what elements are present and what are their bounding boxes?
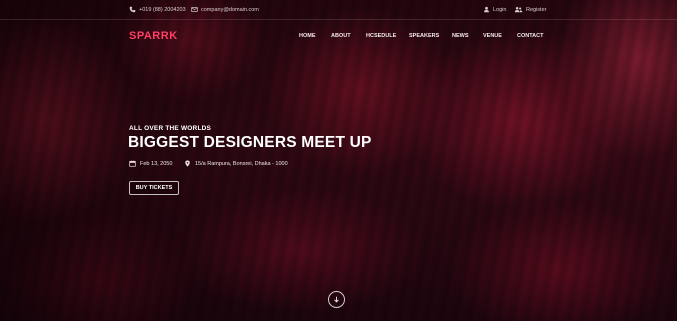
login-label: Login <box>493 6 507 13</box>
nav-item-home[interactable]: HOME <box>299 33 316 39</box>
nav-item-contact[interactable]: CONTACT <box>517 33 543 39</box>
event-location-text: 15/a Rampura, Bonsrei, Dhaka - 1000 <box>195 160 288 167</box>
event-date: Feb 13, 2050 <box>129 160 172 167</box>
contact-phone[interactable]: +019 (88) 2004203 <box>129 6 186 13</box>
mail-icon <box>191 7 198 12</box>
register-label: Register <box>526 6 547 13</box>
event-date-text: Feb 13, 2050 <box>140 160 173 167</box>
hero-subtitle: ALL OVER THE WORLDS <box>129 125 212 132</box>
top-bar: +019 (88) 2004203 company@domain.com Log… <box>0 0 677 20</box>
register-link[interactable]: Register <box>514 6 546 13</box>
nav-item-news[interactable]: NEWS <box>452 33 469 39</box>
hero-title: BIGGEST DESIGNERS MEET UP <box>128 134 372 151</box>
nav-item-venue[interactable]: VENUE <box>483 33 502 39</box>
nav-item-about[interactable]: ABOUT <box>331 33 351 39</box>
map-pin-icon <box>185 160 190 167</box>
phone-icon <box>129 6 136 13</box>
phone-text: +019 (88) 2004203 <box>139 6 186 13</box>
arrow-down-icon <box>334 296 339 303</box>
buy-tickets-button[interactable]: BUY TICKETS <box>129 181 179 195</box>
users-icon <box>514 6 523 13</box>
user-icon <box>484 6 489 13</box>
sparrk-logo[interactable]: SPARRK <box>129 30 178 42</box>
main-navbar: SPARRK HOME ABOUT HCSEDULE SPEAKERS NEWS… <box>0 20 677 52</box>
hero-page: +019 (88) 2004203 company@domain.com Log… <box>0 0 677 321</box>
login-link[interactable]: Login <box>483 6 506 13</box>
nav-item-schedule[interactable]: HCSEDULE <box>366 33 396 39</box>
scroll-down-button[interactable] <box>328 291 345 308</box>
nav-item-speakers[interactable]: SPEAKERS <box>409 33 439 39</box>
contact-email[interactable]: company@domain.com <box>191 6 259 13</box>
calendar-icon <box>129 160 136 167</box>
event-location: 15/a Rampura, Bonsrei, Dhaka - 1000 <box>184 160 288 167</box>
email-text: company@domain.com <box>201 6 259 13</box>
